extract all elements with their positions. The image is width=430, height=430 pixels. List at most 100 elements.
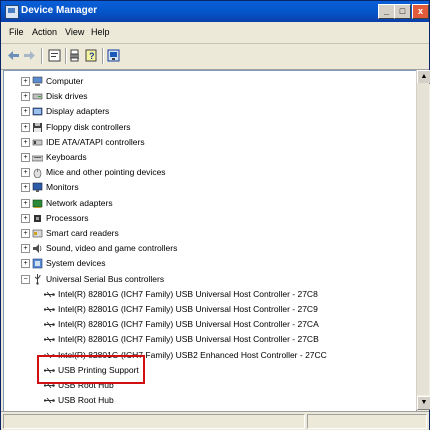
usb-device-icon [44,397,55,404]
tree-item-label: Keyboards [46,152,87,162]
disk-drive-icon [32,93,43,100]
expand-icon[interactable]: + [21,107,30,117]
expand-icon[interactable]: + [21,244,30,254]
status-pane-main [3,414,305,429]
tree-category-monitors[interactable]: + Monitors [4,181,414,195]
usb-device-item[interactable]: Intel(R) 82801G (ICH7 Family) USB Univer… [4,318,414,332]
menu-help[interactable]: Help [91,27,110,37]
forward-arrow-icon[interactable] [23,49,36,62]
close-button[interactable]: x [412,4,429,19]
tree-item-label: Monitors [46,182,79,193]
usb-printing-support-highlight [37,355,145,384]
usb-device-item[interactable]: USB Root Hub [4,394,414,408]
tree-item-label: Display adapters [46,106,110,117]
tree-item-label: Sound, video and game controllers [46,243,178,254]
properties-icon[interactable] [48,49,61,62]
usb-device-item[interactable]: Intel(R) 82801G (ICH7 Family) USB Univer… [4,333,414,347]
expand-icon[interactable]: + [21,213,30,223]
scroll-up-button[interactable]: ▲ [417,70,430,84]
usb-device-icon [44,291,55,298]
tree-item-label: Disk drives [46,91,88,102]
network-adapter-icon [32,199,43,208]
menu-file[interactable]: File [9,27,24,37]
tree-item-label: Network adapters [46,197,113,208]
collapse-icon[interactable]: − [21,274,30,284]
tree-item-label: System devices [46,258,106,269]
ide-controller-icon [32,139,43,146]
usb-device-icon [44,306,55,313]
expand-icon[interactable]: + [21,137,30,147]
title-bar[interactable]: Device Manager _ □ x [1,1,429,22]
device-manager-icon [5,5,19,19]
tree-item-label: Computer [46,76,84,86]
processor-icon [34,214,41,222]
tree-item-label: Universal Serial Bus controllers [46,273,165,284]
tree-category-display-adapters[interactable]: + Display adapters [4,105,414,119]
toolbar-separator [65,48,67,64]
expand-icon[interactable]: + [21,183,30,193]
tree-category-universal-serial-bus-controllers[interactable]: − Universal Serial Bus controllers [4,273,414,287]
svg-text:?: ? [89,51,95,61]
tree-category-network-adapters[interactable]: + Network adapters [4,197,414,211]
tree-category-ide-ata-atapi-controllers[interactable]: + IDE ATA/ATAPI controllers [4,136,414,150]
toolbar-separator [102,48,104,64]
tree-item-label: Floppy disk controllers [46,121,131,132]
usb-device-item[interactable]: Intel(R) 82801G (ICH7 Family) USB Univer… [4,288,414,302]
tree-category-processors[interactable]: + Processors [4,212,414,226]
tree-category-mice-and-other-pointing-devices[interactable]: + Mice and other pointing devices [4,166,414,180]
tree-item-label: Intel(R) 82801G (ICH7 Family) USB Univer… [58,319,319,330]
minimize-button[interactable]: _ [378,4,395,19]
expand-icon[interactable]: + [21,229,30,238]
mouse-icon [33,168,42,179]
maximize-button[interactable]: □ [394,4,411,19]
usb-device-icon [44,337,55,343]
expand-icon[interactable]: + [21,77,30,86]
tree-item-label: Intel(R) 82801G (ICH7 Family) USB Univer… [58,288,318,299]
tree-item-label: USB Root Hub [58,395,114,406]
help-icon[interactable]: ? [85,49,98,62]
tree-item-label: Smart card readers [46,228,119,238]
menu-bar: File Action View Help [1,23,429,44]
tree-category-sound-video-and-game-controllers[interactable]: + Sound, video and game controllers [4,242,414,256]
toolbar: ? [1,44,429,70]
tree-category-smart-card-readers[interactable]: + Smart card readers [4,227,414,241]
scroll-down-button[interactable]: ▼ [417,396,430,410]
tree-item-label: Mice and other pointing devices [46,167,166,178]
usb-icon [34,273,41,285]
tree-category-keyboards[interactable]: + Keyboards [4,151,414,165]
tree-item-label: IDE ATA/ATAPI controllers [46,136,145,147]
tree-item-label: Processors [46,212,89,223]
back-arrow-icon[interactable] [7,49,20,62]
status-bar [1,411,429,430]
expand-icon[interactable]: + [21,122,30,132]
tree-category-floppy-disk-controllers[interactable]: + Floppy disk controllers [4,121,414,135]
scroll-thumb[interactable] [417,83,429,395]
usb-device-item[interactable]: Intel(R) 82801G (ICH7 Family) USB Univer… [4,303,414,317]
tree-item-label: Intel(R) 82801G (ICH7 Family) USB Univer… [58,334,319,345]
menu-action[interactable]: Action [32,27,57,37]
print-icon[interactable] [68,49,81,62]
sound-icon [33,244,42,254]
system-device-icon [32,259,43,269]
expand-icon[interactable]: + [21,92,30,102]
status-pane-secondary [307,414,427,429]
expand-icon[interactable]: + [21,259,30,269]
expand-icon[interactable]: + [21,168,30,178]
keyboard-icon [32,155,43,162]
computer-icon [32,76,43,86]
usb-device-icon [44,321,55,328]
display-adapter-icon [32,108,43,116]
menu-view[interactable]: View [65,27,84,37]
window-title: Device Manager [21,5,98,16]
vertical-scrollbar[interactable]: ▲ ▼ [416,70,430,410]
tree-item-label: Intel(R) 82801G (ICH7 Family) USB Univer… [58,304,318,314]
expand-icon[interactable]: + [21,153,30,162]
tree-category-computer[interactable]: + Computer [4,75,414,89]
floppy-controller-icon [33,122,42,132]
toolbar-separator [41,48,43,64]
scan-hardware-icon[interactable] [107,49,120,62]
tree-category-system-devices[interactable]: + System devices [4,257,414,271]
tree-category-disk-drives[interactable]: + Disk drives [4,90,414,104]
smart-card-icon [32,229,43,238]
expand-icon[interactable]: + [21,198,30,208]
